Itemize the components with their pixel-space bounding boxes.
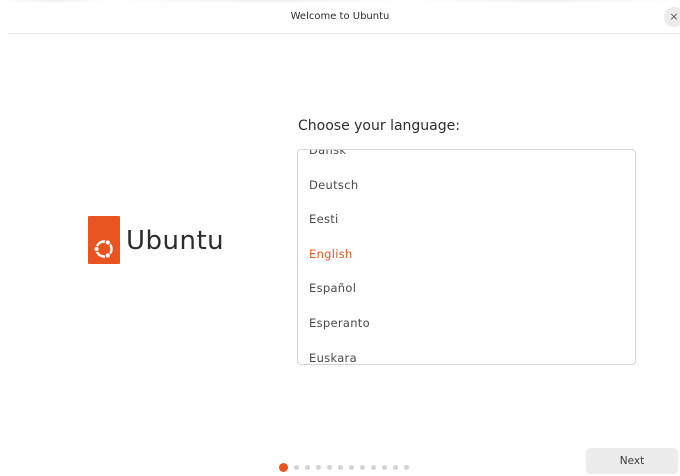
- language-heading: Choose your language:: [298, 118, 460, 134]
- ubuntu-wordmark: Ubuntu: [126, 226, 225, 256]
- language-option[interactable]: Eesti: [298, 202, 635, 237]
- close-icon: ×: [669, 10, 679, 23]
- language-option[interactable]: Dansk: [298, 150, 635, 168]
- top-edge: [0, 0, 680, 2]
- language-list-items: Dansk Deutsch Eesti English Español Esperanto…: [298, 150, 635, 364]
- language-option[interactable]: Esperanto: [298, 306, 635, 341]
- title-bar: Welcome to Ubuntu ×: [0, 0, 680, 34]
- step-indicator: [279, 457, 415, 472]
- window-title: Welcome to Ubuntu: [290, 11, 390, 22]
- language-option[interactable]: Español: [298, 271, 635, 306]
- close-button[interactable]: ×: [664, 7, 680, 27]
- ubuntu-logo-icon: [88, 216, 120, 264]
- language-list[interactable]: Dansk Deutsch Eesti English Español Esperanto…: [297, 149, 636, 365]
- next-button[interactable]: Next: [586, 448, 678, 474]
- language-option[interactable]: English: [298, 237, 635, 272]
- title-separator: [8, 33, 680, 34]
- language-option[interactable]: Deutsch: [298, 168, 635, 203]
- language-option[interactable]: Euskara: [298, 341, 635, 364]
